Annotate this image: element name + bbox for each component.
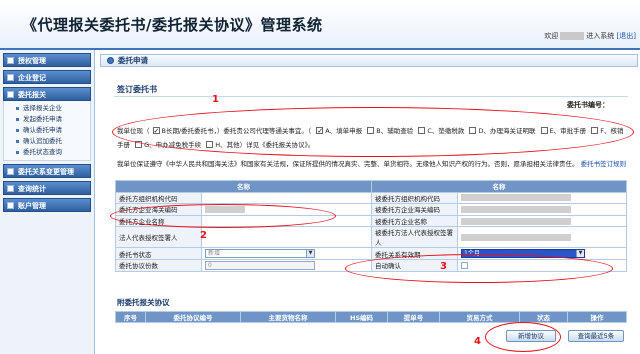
sidebar-item-start-request[interactable]: 发起委托申请 xyxy=(16,114,90,125)
divider xyxy=(114,96,628,97)
chevron-down-icon: ▼ xyxy=(306,250,314,258)
sidebar-group-auth[interactable]: 授权管理 xyxy=(3,53,91,67)
attachment-table: 序号 委托协议编号 主要货物名称 HS编码 提单号 贸易方式 状态 操作 xyxy=(115,311,627,323)
form-header-right: 名称 xyxy=(371,180,627,193)
welcome-prefix: 欢迎 xyxy=(544,32,559,40)
redacted-value xyxy=(461,217,571,225)
annotation-circle xyxy=(112,107,634,157)
annotation-circle xyxy=(110,204,336,228)
annotation-number: 1 xyxy=(212,94,219,105)
attachment-title: 附委托报关协议 xyxy=(117,298,170,307)
promise-text: 我单位保证遵守《中华人民共和国海关法》和国家有关法规，保证所提供的情况真实、完整… xyxy=(117,160,627,168)
folder-icon xyxy=(7,168,14,175)
folder-icon xyxy=(7,91,14,98)
annotation-number: 2 xyxy=(200,230,207,241)
form-header-left: 名称 xyxy=(115,180,372,193)
chevron-down-icon: ▼ xyxy=(576,250,584,258)
breadcrumb: 委托申请 xyxy=(100,54,638,67)
app-title: 《代理报关委托书/委托报关协议》管理系统 xyxy=(22,16,323,34)
folder-icon xyxy=(7,202,14,209)
sidebar-item-confirm-request[interactable]: 确认委托申请 xyxy=(16,125,90,136)
table-row: 法人代表授权签署人 被委托方法人代表授权签署人 xyxy=(115,226,627,249)
redacted-value xyxy=(461,233,571,241)
redacted-value xyxy=(461,205,571,213)
annotation-number: 3 xyxy=(440,261,447,272)
agreement-count-field[interactable]: 0 xyxy=(205,260,315,270)
annotation-number: 4 xyxy=(474,336,481,347)
rules-link[interactable]: 委托书签订规则 xyxy=(581,160,627,168)
annotation-circle xyxy=(345,254,613,283)
sidebar: 授权管理 企业登记 委托报关 选择报关企业 发起委托申请 确认委托申请 确认追加… xyxy=(0,50,95,354)
section-title: 签订委托书 xyxy=(117,85,157,94)
sidebar-item-select-broker[interactable]: 选择报关企业 xyxy=(16,103,90,114)
sidebar-group-change[interactable]: 委托关系变更管理 xyxy=(3,164,91,178)
status-select[interactable]: 新增 ▼ xyxy=(205,249,315,259)
sidebar-group-query[interactable]: 查询统计 xyxy=(3,181,91,195)
sidebar-item-confirm-append[interactable]: 确认追加委托 xyxy=(16,136,90,147)
recent-query-button[interactable]: 查询最近5条 xyxy=(568,330,624,342)
redacted-value xyxy=(461,194,571,202)
welcome-suffix: 进入系统 xyxy=(586,32,615,40)
contract-no-label: 委托书编号： xyxy=(567,101,609,109)
sidebar-item-status-query[interactable]: 委托状态查询 xyxy=(16,147,90,158)
annotation-circle xyxy=(485,322,561,352)
welcome-text: 欢迎 进入系统 [退出] xyxy=(544,31,636,41)
table-row: 委托方组织机构代码 被委托方组织机构代码 xyxy=(115,191,627,205)
exit-link[interactable]: [退出] xyxy=(617,32,636,40)
username-redacted xyxy=(560,32,585,40)
sidebar-group-entrust[interactable]: 委托报关 xyxy=(3,87,91,101)
sidebar-group-enterprise[interactable]: 企业登记 xyxy=(3,70,91,84)
sidebar-submenu-entrust: 选择报关企业 发起委托申请 确认委托申请 确认追加委托 委托状态查询 xyxy=(3,101,91,161)
folder-icon xyxy=(7,74,14,81)
app-header: 《代理报关委托书/委托报关协议》管理系统 欢迎 进入系统 [退出] xyxy=(0,0,640,50)
bullet-icon xyxy=(107,57,114,64)
folder-icon xyxy=(7,185,14,192)
sidebar-group-account[interactable]: 账户管理 xyxy=(3,198,91,212)
folder-icon xyxy=(7,57,14,64)
